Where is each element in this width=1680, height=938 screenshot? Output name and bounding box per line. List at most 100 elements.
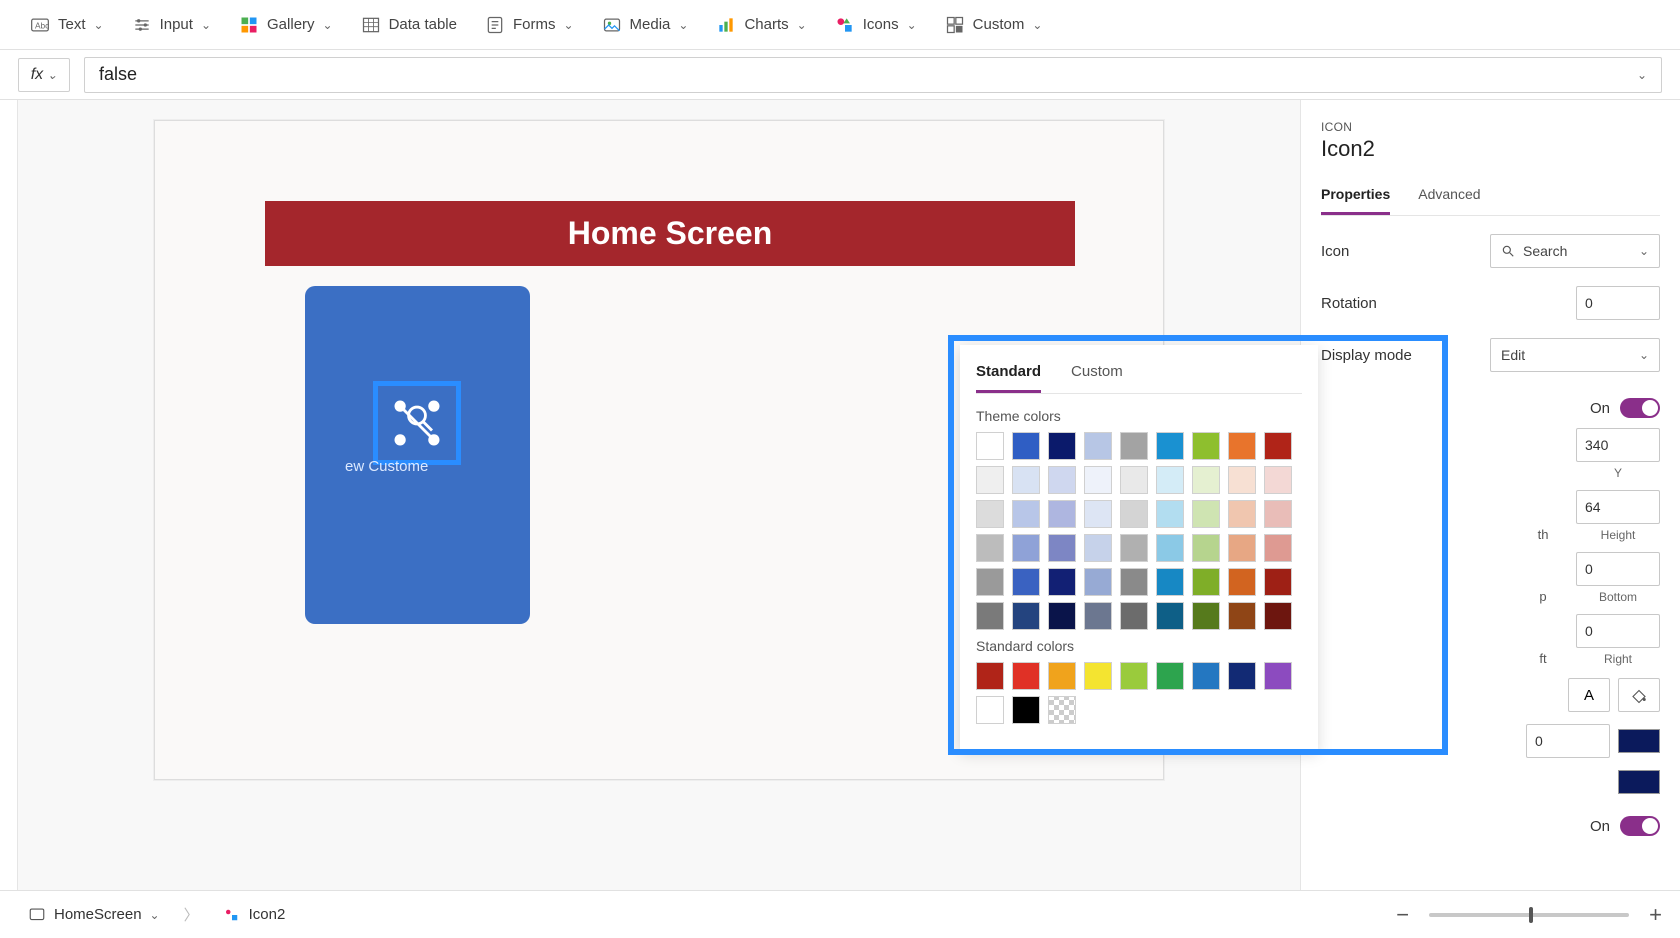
formula-input[interactable]: false ⌄ <box>84 57 1662 93</box>
ribbon-datatable-button[interactable]: Data table <box>361 15 457 35</box>
color-swatch[interactable] <box>1228 602 1256 630</box>
displaymode-select[interactable]: Edit ⌄ <box>1490 338 1660 372</box>
color-swatch[interactable] <box>1120 662 1148 690</box>
height-input[interactable]: 64 <box>1576 490 1660 524</box>
ribbon-charts-button[interactable]: Charts ⌄ <box>716 15 806 35</box>
color-swatch[interactable] <box>1084 432 1112 460</box>
color-swatch[interactable] <box>1012 662 1040 690</box>
zoom-out-button[interactable]: − <box>1396 902 1409 928</box>
color-swatch[interactable] <box>1192 432 1220 460</box>
ribbon-text-button[interactable]: Abc Text ⌄ <box>30 15 104 35</box>
color-swatch[interactable] <box>976 568 1004 596</box>
zoom-in-button[interactable]: + <box>1649 902 1662 928</box>
ribbon-forms-button[interactable]: Forms ⌄ <box>485 15 574 35</box>
color-swatch[interactable] <box>1156 568 1184 596</box>
ribbon-gallery-button[interactable]: Gallery ⌄ <box>239 15 333 35</box>
color-swatch[interactable] <box>1228 432 1256 460</box>
color-swatch[interactable] <box>1048 602 1076 630</box>
breadcrumb-element[interactable]: Icon2 <box>213 902 296 928</box>
color-swatch[interactable] <box>1156 432 1184 460</box>
color-swatch[interactable] <box>1264 568 1292 596</box>
color-swatch[interactable] <box>1120 568 1148 596</box>
color-swatch[interactable] <box>1228 534 1256 562</box>
color-swatch[interactable] <box>1228 662 1256 690</box>
color-swatch[interactable] <box>1084 602 1112 630</box>
color-swatch[interactable] <box>1228 466 1256 494</box>
color-swatch[interactable] <box>1048 432 1076 460</box>
color-swatch[interactable] <box>1012 602 1040 630</box>
color-swatch[interactable] <box>1264 432 1292 460</box>
color-swatch[interactable] <box>1048 568 1076 596</box>
color-swatch[interactable] <box>1192 500 1220 528</box>
color-swatch[interactable] <box>1048 500 1076 528</box>
color-swatch[interactable] <box>1264 500 1292 528</box>
color-swatch[interactable] <box>1012 534 1040 562</box>
color-swatch[interactable] <box>1048 662 1076 690</box>
selected-icon-control[interactable] <box>373 381 461 465</box>
color-swatch[interactable] <box>1012 500 1040 528</box>
color-swatch[interactable] <box>1012 466 1040 494</box>
font-button[interactable]: A <box>1568 678 1610 712</box>
fill-button[interactable] <box>1618 678 1660 712</box>
color-swatch[interactable] <box>976 696 1004 724</box>
color-swatch[interactable] <box>976 662 1004 690</box>
tab-properties[interactable]: Properties <box>1321 180 1390 215</box>
ribbon-custom-button[interactable]: Custom ⌄ <box>945 15 1043 35</box>
ribbon-input-button[interactable]: Input ⌄ <box>132 15 211 35</box>
color-swatch[interactable] <box>1228 500 1256 528</box>
color-swatch[interactable] <box>976 466 1004 494</box>
tab-advanced[interactable]: Advanced <box>1418 180 1480 215</box>
color-swatch[interactable] <box>1084 466 1112 494</box>
y-input[interactable]: 340 <box>1576 428 1660 462</box>
color-swatch[interactable] <box>1156 534 1184 562</box>
color-num-input[interactable]: 0 <box>1526 724 1610 758</box>
color-swatch[interactable] <box>1156 500 1184 528</box>
color-swatch[interactable] <box>1192 568 1220 596</box>
color-swatch[interactable] <box>1048 534 1076 562</box>
color-swatch[interactable] <box>1156 602 1184 630</box>
color-swatch[interactable] <box>1192 602 1220 630</box>
zoom-slider[interactable] <box>1429 913 1629 917</box>
color-swatch[interactable] <box>1264 466 1292 494</box>
color-swatch[interactable] <box>1192 534 1220 562</box>
color-swatch[interactable] <box>1012 432 1040 460</box>
breadcrumb-screen[interactable]: HomeScreen ⌄ <box>18 902 170 928</box>
color-swatch[interactable] <box>1618 770 1660 794</box>
toggle-switch[interactable] <box>1620 398 1660 418</box>
color-swatch[interactable] <box>1264 534 1292 562</box>
color-swatch[interactable] <box>1228 568 1256 596</box>
bottom-input[interactable]: 0 <box>1576 552 1660 586</box>
color-swatch[interactable] <box>1012 696 1040 724</box>
color-swatch[interactable] <box>1192 662 1220 690</box>
color-swatch[interactable] <box>1120 602 1148 630</box>
color-swatch[interactable] <box>976 500 1004 528</box>
color-swatch[interactable] <box>1120 466 1148 494</box>
color-swatch[interactable] <box>1618 729 1660 753</box>
color-swatch[interactable] <box>1084 500 1112 528</box>
color-swatch[interactable] <box>1012 568 1040 596</box>
ribbon-media-button[interactable]: Media ⌄ <box>602 15 689 35</box>
color-tab-custom[interactable]: Custom <box>1071 359 1123 393</box>
color-swatch[interactable] <box>1084 662 1112 690</box>
color-swatch[interactable] <box>1192 466 1220 494</box>
color-swatch[interactable] <box>1048 466 1076 494</box>
color-tab-standard[interactable]: Standard <box>976 359 1041 393</box>
customer-card[interactable]: ew Custome <box>305 286 530 624</box>
ribbon-icons-button[interactable]: Icons ⌄ <box>835 15 917 35</box>
fx-button[interactable]: fx ⌄ <box>18 58 70 92</box>
color-swatch[interactable] <box>1264 662 1292 690</box>
toggle-switch[interactable] <box>1620 816 1660 836</box>
color-swatch[interactable] <box>1084 568 1112 596</box>
color-swatch[interactable] <box>1120 534 1148 562</box>
color-swatch[interactable] <box>976 602 1004 630</box>
color-swatch[interactable] <box>1048 696 1076 724</box>
color-swatch[interactable] <box>976 432 1004 460</box>
color-swatch[interactable] <box>1120 500 1148 528</box>
right-input[interactable]: 0 <box>1576 614 1660 648</box>
color-swatch[interactable] <box>1156 466 1184 494</box>
color-swatch[interactable] <box>976 534 1004 562</box>
rotation-input[interactable]: 0 <box>1576 286 1660 320</box>
color-swatch[interactable] <box>1084 534 1112 562</box>
color-swatch[interactable] <box>1156 662 1184 690</box>
color-swatch[interactable] <box>1120 432 1148 460</box>
